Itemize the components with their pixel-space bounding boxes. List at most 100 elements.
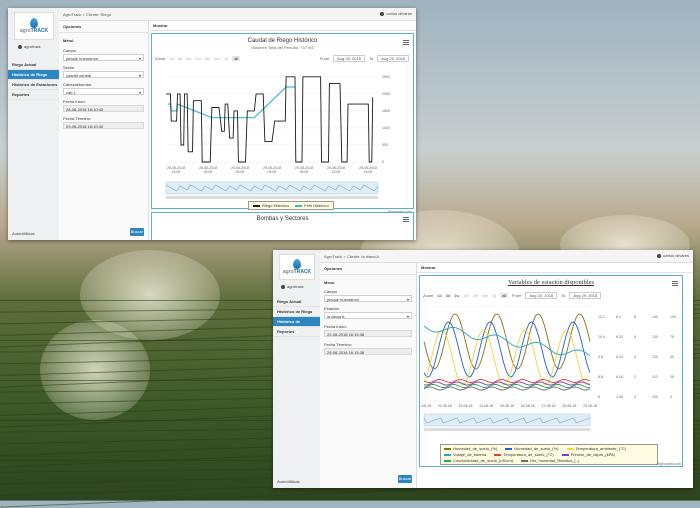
user-menu[interactable]: carlos olivares bbox=[657, 253, 689, 258]
zoom-all[interactable]: all bbox=[232, 56, 241, 61]
y-tick-label: 100 bbox=[670, 315, 676, 319]
end-date-field[interactable]: 29-08-2018 18:10:40 bbox=[63, 122, 144, 129]
legend-item[interactable]: Humedad_de_suelo_(%) bbox=[444, 446, 497, 451]
start-date-label: Fecha Inicio: bbox=[63, 99, 86, 104]
zoom-all[interactable]: all bbox=[500, 293, 509, 298]
chevron-down-icon: ▾ bbox=[138, 56, 141, 61]
campo-select[interactable]: pinque huemamm ▾ bbox=[63, 54, 144, 61]
nav-reportes[interactable]: Reportes bbox=[8, 90, 59, 100]
zoom-3d[interactable]: 3d bbox=[178, 56, 182, 61]
zoom-1m[interactable]: 1m bbox=[195, 56, 201, 61]
end-date-label: Fecha Término: bbox=[63, 116, 91, 121]
to-date-input[interactable]: Aug 29, 2018 bbox=[569, 292, 602, 299]
chevron-down-icon: ▾ bbox=[138, 73, 141, 78]
start-date-field[interactable]: 28-08-2018 18:10:40 bbox=[63, 105, 144, 112]
y-tick-label: 2500 bbox=[382, 75, 390, 79]
bombas-menu-icon[interactable] bbox=[403, 217, 409, 223]
chart-menu-icon[interactable] bbox=[672, 281, 678, 287]
end-date-field[interactable]: 29-08-2018 16:15:38 bbox=[324, 348, 412, 355]
campo-label: Campo bbox=[324, 289, 337, 294]
options-panel: Opciones Menú Campo pinque huemamm ▾ Esta… bbox=[320, 263, 417, 488]
chart-credit: Highcharts.com bbox=[656, 462, 681, 466]
y-tick-label: 8.8 bbox=[598, 375, 603, 379]
search-button[interactable]: Buscar bbox=[398, 475, 412, 483]
y-tick-label: 6.16 bbox=[616, 375, 623, 379]
navigator bbox=[165, 181, 379, 195]
date-range: From Aug 20, 2018 To Aug 29, 2018 bbox=[512, 292, 602, 299]
user-icon bbox=[281, 284, 285, 289]
campo-select[interactable]: pinque huemamm ▾ bbox=[324, 295, 412, 302]
sidebar: agroTRACK agrotrack Riego Actual Históri… bbox=[273, 250, 321, 488]
end-date-label: Fecha Término: bbox=[324, 342, 352, 347]
from-date-input[interactable]: Aug 28, 2018 bbox=[333, 55, 365, 62]
window-riego: agroTRACK agrotrack Riego Actual Históri… bbox=[8, 8, 416, 240]
menu-label: Menú bbox=[324, 280, 335, 285]
series-line-ferti bbox=[167, 86, 295, 119]
x-tick-label: 22-08-18 bbox=[438, 404, 452, 408]
zoom-3m[interactable]: 3m bbox=[473, 293, 479, 298]
zoom-1y[interactable]: 1y bbox=[492, 293, 496, 298]
from-label: From bbox=[512, 293, 522, 298]
main-header: Mostrar bbox=[149, 21, 416, 31]
zoom-1d[interactable]: 1d bbox=[169, 56, 173, 61]
zoom-1d[interactable]: 1d bbox=[437, 293, 441, 298]
zoom-1w[interactable]: 1w bbox=[186, 56, 191, 61]
user-menu[interactable]: carlos olivares bbox=[380, 11, 412, 16]
top-bar: AgroTrack > Cliente: Riego carlos olivar… bbox=[59, 8, 416, 21]
zoom-6m[interactable]: 6m bbox=[482, 293, 488, 298]
y-tick-label: 1500 bbox=[382, 109, 390, 113]
breadcrumb: AgroTrack > Cliente: Riego bbox=[63, 11, 111, 17]
chart-title: Variables de estación disponibles bbox=[507, 279, 595, 286]
zoom-label: Zoom bbox=[155, 56, 166, 61]
zoom-1w[interactable]: 1w bbox=[454, 293, 459, 298]
nav-historico-estaciones[interactable]: Histórico de Estaciones bbox=[273, 317, 320, 334]
y-tick-label: 110 bbox=[652, 375, 658, 379]
y-tick-label: 9.6 bbox=[598, 355, 603, 359]
nav-riego-actual[interactable]: Riego Actual bbox=[8, 60, 59, 70]
start-date-field[interactable]: 22-08-2018 16:15:38 bbox=[324, 330, 412, 337]
chart-legend: Riego Histórico Ferti Histórico bbox=[248, 201, 334, 210]
legend-riego[interactable]: Riego Histórico bbox=[253, 203, 289, 208]
nav-riego-actual[interactable]: Riego Actual bbox=[273, 297, 320, 307]
user-label: agrotrack bbox=[18, 44, 41, 49]
zoom-3d[interactable]: 3d bbox=[446, 293, 450, 298]
date-range: From Aug 28, 2018 To Aug 29, 2018 bbox=[320, 55, 409, 62]
sidebar-footer[interactable]: Autentifikkas bbox=[12, 231, 35, 236]
bombas-panel: Bombas y Sectores bbox=[151, 212, 414, 240]
cabezal-select[interactable]: cab 1 ▾ bbox=[63, 88, 144, 95]
y-tick-label: 2000 bbox=[382, 92, 390, 96]
nav-reportes[interactable]: Reportes bbox=[273, 327, 320, 337]
y-tick-label: 10.4 bbox=[598, 335, 605, 339]
legend-item[interactable]: Presión_de_vapor_(kPA) bbox=[561, 452, 615, 457]
legend-ferti[interactable]: Ferti Histórico bbox=[295, 203, 329, 208]
zoom-3m[interactable]: 3m bbox=[205, 56, 211, 61]
zoom-6m[interactable]: 6m bbox=[214, 56, 220, 61]
legend-item[interactable]: Conductividad_de_suelo_(uS/cm) bbox=[444, 458, 513, 463]
legend-item[interactable]: Humedad_de_suelo_(%) bbox=[505, 446, 559, 451]
legend-item[interactable]: Temperatura_de_suelo_(°C) bbox=[494, 452, 554, 457]
nav-historico-riego[interactable]: Histórico de Riego bbox=[273, 307, 320, 317]
y-tick-label: 11.2 bbox=[598, 315, 605, 319]
to-date-input[interactable]: Aug 29, 2018 bbox=[377, 55, 409, 62]
x-tick-label: 08:00 bbox=[300, 170, 309, 174]
sector-select[interactable]: cuartel central ▾ bbox=[63, 71, 144, 78]
legend-item[interactable]: Temperatura_ambiente_(°C) bbox=[566, 446, 626, 451]
zoom-1y[interactable]: 1y bbox=[224, 56, 228, 61]
options-panel: Opciones Menú Campo pinque huemamm ▾ Sect… bbox=[59, 21, 149, 240]
sidebar-footer[interactable]: Autentifikkas bbox=[277, 479, 300, 484]
y-tick-label: 1000 bbox=[382, 126, 390, 130]
y-tick-label: 8 bbox=[634, 315, 636, 319]
legend-item[interactable]: Hrs_humedad_Relativa_(--) bbox=[521, 458, 579, 463]
from-date-input[interactable]: Aug 20, 2018 bbox=[525, 292, 558, 299]
y-tick-label: 6 bbox=[634, 335, 636, 339]
chart-plot-riego: 0500100015002000250028-08-201816:0028-08… bbox=[165, 75, 390, 199]
chart-menu-icon[interactable] bbox=[403, 40, 409, 46]
logo-drop-icon bbox=[293, 259, 301, 269]
zoom-1m[interactable]: 1m bbox=[463, 293, 469, 298]
nav-historico-riego[interactable]: Histórico de Riego bbox=[8, 70, 59, 80]
cabezal-label: Cabezal/bomba bbox=[63, 82, 92, 87]
search-button[interactable]: Buscar bbox=[130, 228, 144, 236]
estacion-select[interactable]: la diana A ▾ bbox=[324, 312, 412, 319]
nav-historico-estaciones[interactable]: Histórico de Estaciones bbox=[8, 80, 59, 90]
legend-item[interactable]: Voltaje_de_batería bbox=[444, 452, 486, 457]
